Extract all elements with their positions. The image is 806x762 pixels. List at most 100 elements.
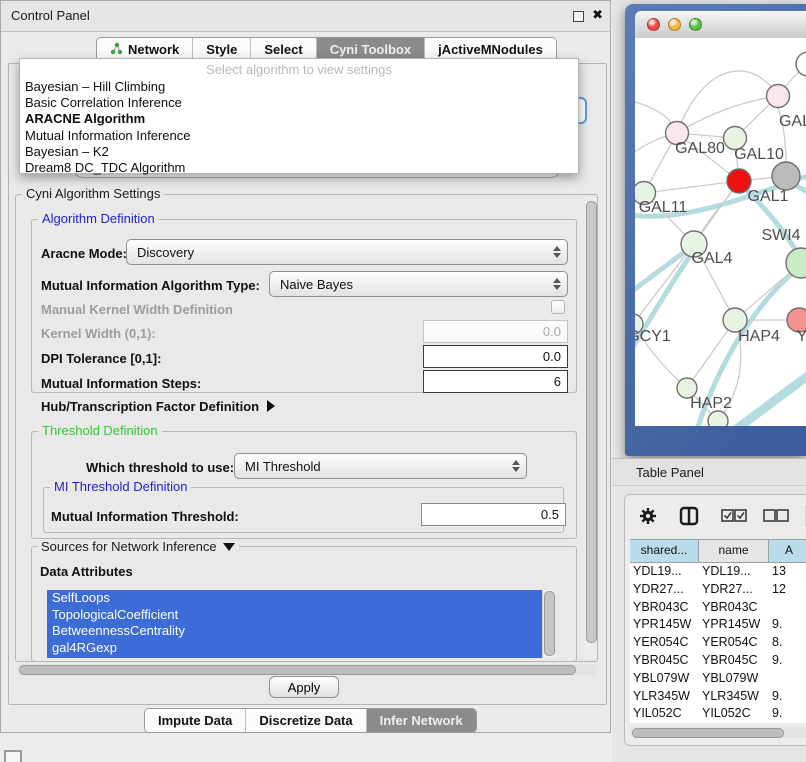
tab-label: Discretize Data [259, 713, 352, 728]
algorithm-option[interactable]: Basic Correlation Inference [20, 95, 578, 111]
data-attributes-list[interactable]: SelfLoopsTopologicalCoefficientBetweenne… [47, 590, 555, 658]
node-label: GAL11 [639, 199, 688, 216]
attribute-item[interactable]: TopologicalCoefficient [47, 607, 555, 624]
table-cell: YBR043C [699, 599, 769, 617]
sources-group-title[interactable]: Sources for Network Inference [37, 539, 239, 554]
mi-type-combo[interactable]: Naive Bayes [269, 271, 568, 297]
table-cell: YBL079W [699, 670, 769, 688]
columns-icon[interactable] [679, 506, 699, 531]
network-view-window[interactable]: GALGAL80GAL10GAL1GAL11SWI4GAL4GCY1HAP4YH… [625, 4, 806, 456]
algorithm-option[interactable]: Bayesian – Hill Climbing [20, 79, 578, 95]
tab-label: Impute Data [158, 713, 232, 728]
table-panel-header: Table Panel [612, 458, 806, 486]
network-node[interactable] [772, 162, 800, 190]
algorithm-option[interactable]: Dream8 DC_TDC Algorithm [20, 160, 578, 176]
aracne-mode-combo[interactable]: Discovery [126, 239, 568, 265]
attributes-list-scrollbar[interactable] [542, 590, 555, 658]
table-row[interactable]: YBL079WYBL079W [630, 670, 806, 688]
node-label: GAL [779, 113, 806, 130]
table-cell: YIL052C [630, 705, 699, 723]
apply-button[interactable]: Apply [269, 676, 339, 698]
node-label: GAL1 [748, 188, 789, 205]
table-cell: YER054C [630, 634, 699, 652]
network-window-titlebar[interactable] [635, 11, 806, 39]
zoom-window-icon[interactable] [689, 18, 702, 31]
table-cell: YBR045C [630, 652, 699, 670]
mi-steps-input[interactable] [423, 370, 568, 393]
node-label: Y [797, 328, 806, 345]
algorithm-option[interactable]: Bayesian – K2 [20, 144, 578, 160]
minimize-window-icon[interactable] [668, 18, 681, 31]
table-cell: YDL19... [699, 563, 769, 581]
algorithm-option[interactable]: Mutual Information Inference [20, 128, 578, 144]
table-panel: shared...nameA YDL19...YDL19...13YDR27..… [624, 494, 806, 746]
kernel-width-input[interactable] [423, 320, 568, 343]
tab-label: Infer Network [380, 713, 463, 728]
table-row[interactable]: YBR043CYBR043C [630, 599, 806, 617]
mi-type-value: Naive Bayes [280, 277, 353, 292]
algorithm-option[interactable]: ARACNE Algorithm [20, 111, 578, 127]
node-table: shared...nameA YDL19...YDL19...13YDR27..… [630, 539, 806, 738]
aracne-mode-value: Discovery [137, 245, 194, 260]
show-columns-icon[interactable] [721, 509, 747, 527]
table-cell: YDR27... [630, 581, 699, 599]
table-row[interactable]: YPR145WYPR145W9. [630, 616, 806, 634]
table-cell [769, 599, 806, 617]
attribute-item[interactable]: BetweennessCentrality [47, 623, 555, 640]
network-node[interactable] [708, 411, 728, 426]
table-cell: 8. [769, 634, 806, 652]
dpi-tolerance-input[interactable] [423, 345, 568, 368]
table-cell: 9. [769, 616, 806, 634]
table-row[interactable]: YDL19...YDL19...13 [630, 563, 806, 581]
table-row[interactable]: YER054CYER054C8. [630, 634, 806, 652]
network-node[interactable] [796, 52, 806, 76]
mi-steps-label: Mutual Information Steps: [41, 376, 201, 391]
table-panel-title: Table Panel [636, 459, 704, 486]
table-row[interactable]: YLR345WYLR345W9. [630, 688, 806, 706]
tab-label: Style [206, 42, 237, 57]
network-canvas[interactable]: GALGAL80GAL10GAL1GAL11SWI4GAL4GCY1HAP4YH… [635, 38, 806, 426]
aracne-mode-label: Aracne Mode: [41, 246, 127, 261]
table-cell: YDL19... [630, 563, 699, 581]
table-row[interactable]: YBR045CYBR045C9. [630, 652, 806, 670]
dpi-tolerance-label: DPI Tolerance [0,1]: [41, 351, 161, 366]
tab-impute-data[interactable]: Impute Data [145, 709, 246, 732]
manual-kernel-checkbox[interactable] [551, 300, 565, 314]
column-header[interactable]: name [699, 540, 769, 562]
node-label: SWI4 [761, 227, 800, 244]
mi-threshold-label: Mutual Information Threshold: [51, 509, 239, 524]
threshold-definition-title: Threshold Definition [38, 423, 162, 438]
control-panel-titlebar: Control Panel ✖ [1, 1, 610, 32]
hub-definition-toggle[interactable]: Hub/Transcription Factor Definition [41, 399, 275, 414]
close-window-icon[interactable] [647, 18, 660, 31]
float-panel-icon[interactable] [573, 11, 584, 22]
gear-icon[interactable] [639, 507, 657, 530]
tab-label: Cyni Toolbox [330, 42, 411, 57]
settings-horizontal-scrollbar[interactable] [17, 664, 597, 675]
tab-infer-network[interactable]: Infer Network [367, 709, 476, 732]
table-horizontal-scrollbar[interactable] [630, 727, 806, 738]
tab-label: Network [128, 42, 179, 57]
node-label: GCY1 [635, 328, 671, 345]
mi-threshold-input[interactable] [421, 503, 566, 526]
column-header[interactable]: shared... [630, 540, 699, 562]
which-threshold-combo[interactable]: MI Threshold [234, 453, 527, 479]
control-panel: Control Panel ✖ Network Style [0, 0, 611, 733]
tab-discretize-data[interactable]: Discretize Data [246, 709, 366, 732]
table-cell [769, 670, 806, 688]
column-header[interactable]: A [769, 540, 806, 562]
node-label: GAL10 [734, 146, 784, 163]
manual-kernel-label: Manual Kernel Width Definition [41, 302, 233, 317]
attribute-item[interactable]: SelfLoops [47, 590, 555, 607]
table-row[interactable]: YIL052CYIL052C9. [630, 705, 806, 723]
table-cell: 9. [769, 705, 806, 723]
table-row[interactable]: YDR27...YDR27...12 [630, 581, 806, 599]
close-panel-icon[interactable]: ✖ [592, 7, 603, 23]
control-panel-title: Control Panel [11, 1, 90, 31]
network-node[interactable] [767, 85, 790, 108]
attribute-item[interactable]: gal4RGexp [47, 640, 555, 657]
panel-dock-icon[interactable] [4, 750, 22, 762]
hide-columns-icon[interactable] [763, 509, 789, 527]
table-cell: 12 [769, 581, 806, 599]
settings-vertical-scrollbar[interactable] [585, 197, 597, 659]
